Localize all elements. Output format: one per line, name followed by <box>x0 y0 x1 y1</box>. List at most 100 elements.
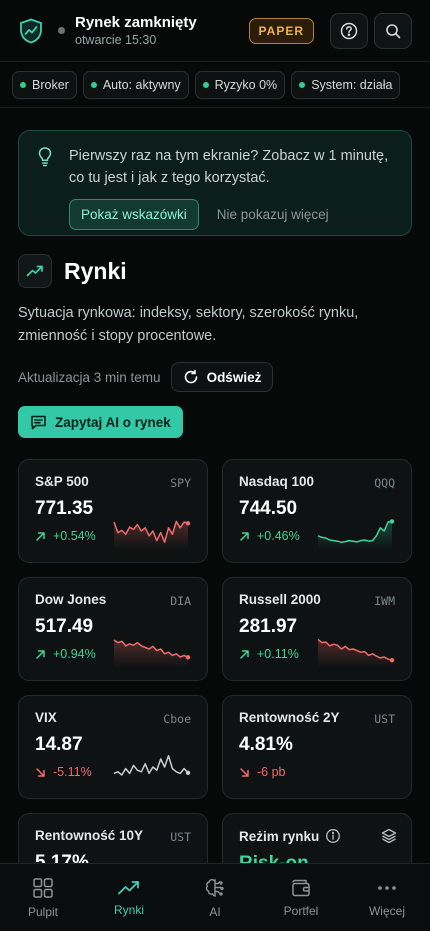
sparkline-area <box>318 521 392 550</box>
card-change: -6 pb <box>257 765 286 779</box>
chip-system[interactable]: System: działa <box>291 70 401 99</box>
trending-up-icon <box>26 265 43 277</box>
nav-item-dashboard[interactable]: Pulpit <box>0 864 86 931</box>
sparkline-chart <box>317 638 395 668</box>
ask-ai-button[interactable]: Zapytaj AI o rynek <box>18 406 183 438</box>
card-change: +0.46% <box>257 529 300 543</box>
arrow-down-right-icon <box>240 767 249 777</box>
card-name: S&P 500 <box>35 474 89 489</box>
status-chips-bar: Broker Auto: aktywny Ryzyko 0% System: d… <box>0 62 430 108</box>
card-ticker: DIA <box>170 594 191 608</box>
market-card[interactable]: Nasdaq 100 QQQ 744.50 +0.46% <box>222 459 412 563</box>
dashboard-grid-icon <box>33 877 53 898</box>
market-status-dot <box>58 27 65 34</box>
market-status-title: Rynek zamknięty <box>75 14 197 31</box>
arrow-up-right-icon <box>240 649 249 659</box>
arrow-up-right-icon <box>240 531 249 541</box>
top-bar: Rynek zamknięty otwarcie 15:30 PAPER <box>0 0 430 62</box>
sparkline-endpoint <box>185 655 191 660</box>
nav-item-more[interactable]: Więcej <box>344 864 430 931</box>
bottom-navigation: Pulpit Rynki AI Portfel Więcej <box>0 863 430 931</box>
card-name: Russell 2000 <box>239 592 321 607</box>
nav-item-ai[interactable]: AI <box>172 864 258 931</box>
sparkline-endpoint <box>185 770 191 775</box>
search-icon <box>386 23 401 38</box>
show-tips-button[interactable]: Pokaż wskazówki <box>69 199 199 230</box>
ask-ai-label: Zapytaj AI o rynek <box>55 414 171 430</box>
chip-label: Ryzyko 0% <box>214 77 278 92</box>
card-ticker: SPY <box>170 476 191 490</box>
card-name: Dow Jones <box>35 592 107 607</box>
card-change: +0.11% <box>257 647 299 661</box>
nav-item-markets[interactable]: Rynki <box>86 864 172 931</box>
card-ticker: UST <box>374 712 395 726</box>
market-card[interactable]: Dow Jones DIA 517.49 +0.94% <box>18 577 208 681</box>
info-icon[interactable] <box>325 828 341 844</box>
more-dots-icon <box>378 885 396 890</box>
card-ticker: UST <box>170 830 191 844</box>
chip-auto[interactable]: Auto: aktywny <box>82 70 189 99</box>
arrow-down-right-icon <box>36 767 45 777</box>
layers-icon <box>381 828 397 844</box>
status-dot-icon <box>20 81 26 88</box>
card-name: Rentowność 2Y <box>239 710 340 725</box>
sparkline-endpoint <box>389 658 395 663</box>
arrow-up-right-icon <box>36 649 45 659</box>
nav-label: AI <box>209 904 221 919</box>
nav-label: Pulpit <box>27 904 59 919</box>
sparkline-chart <box>317 519 395 550</box>
card-change: -5.11% <box>53 765 92 779</box>
help-button[interactable] <box>330 12 368 49</box>
page-title: Rynki <box>64 257 127 284</box>
chip-label: Broker <box>32 77 69 92</box>
nav-label: Portfel <box>283 903 319 918</box>
card-name: Nasdaq 100 <box>239 474 315 489</box>
market-cards-grid: S&P 500 SPY 771.35 +0.54% Nasdaq 100 QQQ 744.5… <box>18 459 412 917</box>
card-ticker: QQQ <box>374 476 395 490</box>
onboarding-tip: Pierwszy raz na tym ekranie? Zobacz w 1 … <box>18 130 412 236</box>
search-button[interactable] <box>374 12 412 49</box>
market-card[interactable]: S&P 500 SPY 771.35 +0.54% <box>18 459 208 563</box>
chip-risk[interactable]: Ryzyko 0% <box>194 70 286 99</box>
sparkline-area <box>318 639 392 668</box>
market-open-time: otwarcie 15:30 <box>75 33 157 47</box>
status-dot-icon <box>299 81 306 88</box>
chip-label: Auto: aktywny <box>102 77 181 92</box>
card-change: +0.94% <box>53 647 96 661</box>
sparkline-endpoint <box>389 519 395 524</box>
sparkline-chart <box>113 755 191 786</box>
sparkline-area <box>114 521 188 550</box>
card-value: 4.81% <box>239 734 293 755</box>
lightbulb-icon <box>38 147 52 167</box>
arrow-up-right-icon <box>36 531 45 541</box>
card-name: Reżim rynku <box>239 828 320 844</box>
status-dot-icon <box>90 81 97 88</box>
sparkline-endpoint <box>185 521 191 526</box>
market-card[interactable]: Rentowność 2Y UST 4.81% -6 pb <box>222 695 412 799</box>
market-card[interactable]: Russell 2000 IWM 281.97 +0.11% <box>222 577 412 681</box>
nav-item-portfolio[interactable]: Portfel <box>258 864 344 931</box>
market-card[interactable]: VIX Cboe 14.87 -5.11% <box>18 695 208 799</box>
help-icon <box>340 22 358 39</box>
chat-message-icon <box>31 415 46 430</box>
page-description: Sytuacja rynkowa: indeksy, sektory, szer… <box>18 305 359 344</box>
chip-label: System: działa <box>311 77 393 92</box>
paper-mode-badge[interactable]: PAPER <box>248 17 314 44</box>
last-updated-text: Aktualizacja 3 min temu <box>18 369 161 385</box>
dont-show-again-link[interactable]: Nie pokazuj więcej <box>217 207 329 222</box>
sparkline-chart <box>113 639 191 668</box>
markets-section-icon <box>18 254 52 288</box>
status-dot-icon <box>202 81 209 88</box>
sparkline-chart <box>113 520 191 550</box>
refresh-button[interactable]: Odśwież <box>170 362 274 392</box>
card-name: Rentowność 10Y <box>35 828 144 843</box>
card-change: +0.54% <box>53 529 96 543</box>
tip-text: Pierwszy raz na tym ekranie? Zobacz w 1 … <box>69 148 389 186</box>
wallet-icon <box>292 879 310 896</box>
chip-broker[interactable]: Broker <box>12 70 77 99</box>
refresh-label: Odśwież <box>206 369 262 385</box>
nav-label: Rynki <box>113 902 144 917</box>
card-ticker: Cboe <box>163 712 191 726</box>
nav-label: Więcej <box>368 903 405 918</box>
trending-up-icon <box>118 880 139 894</box>
